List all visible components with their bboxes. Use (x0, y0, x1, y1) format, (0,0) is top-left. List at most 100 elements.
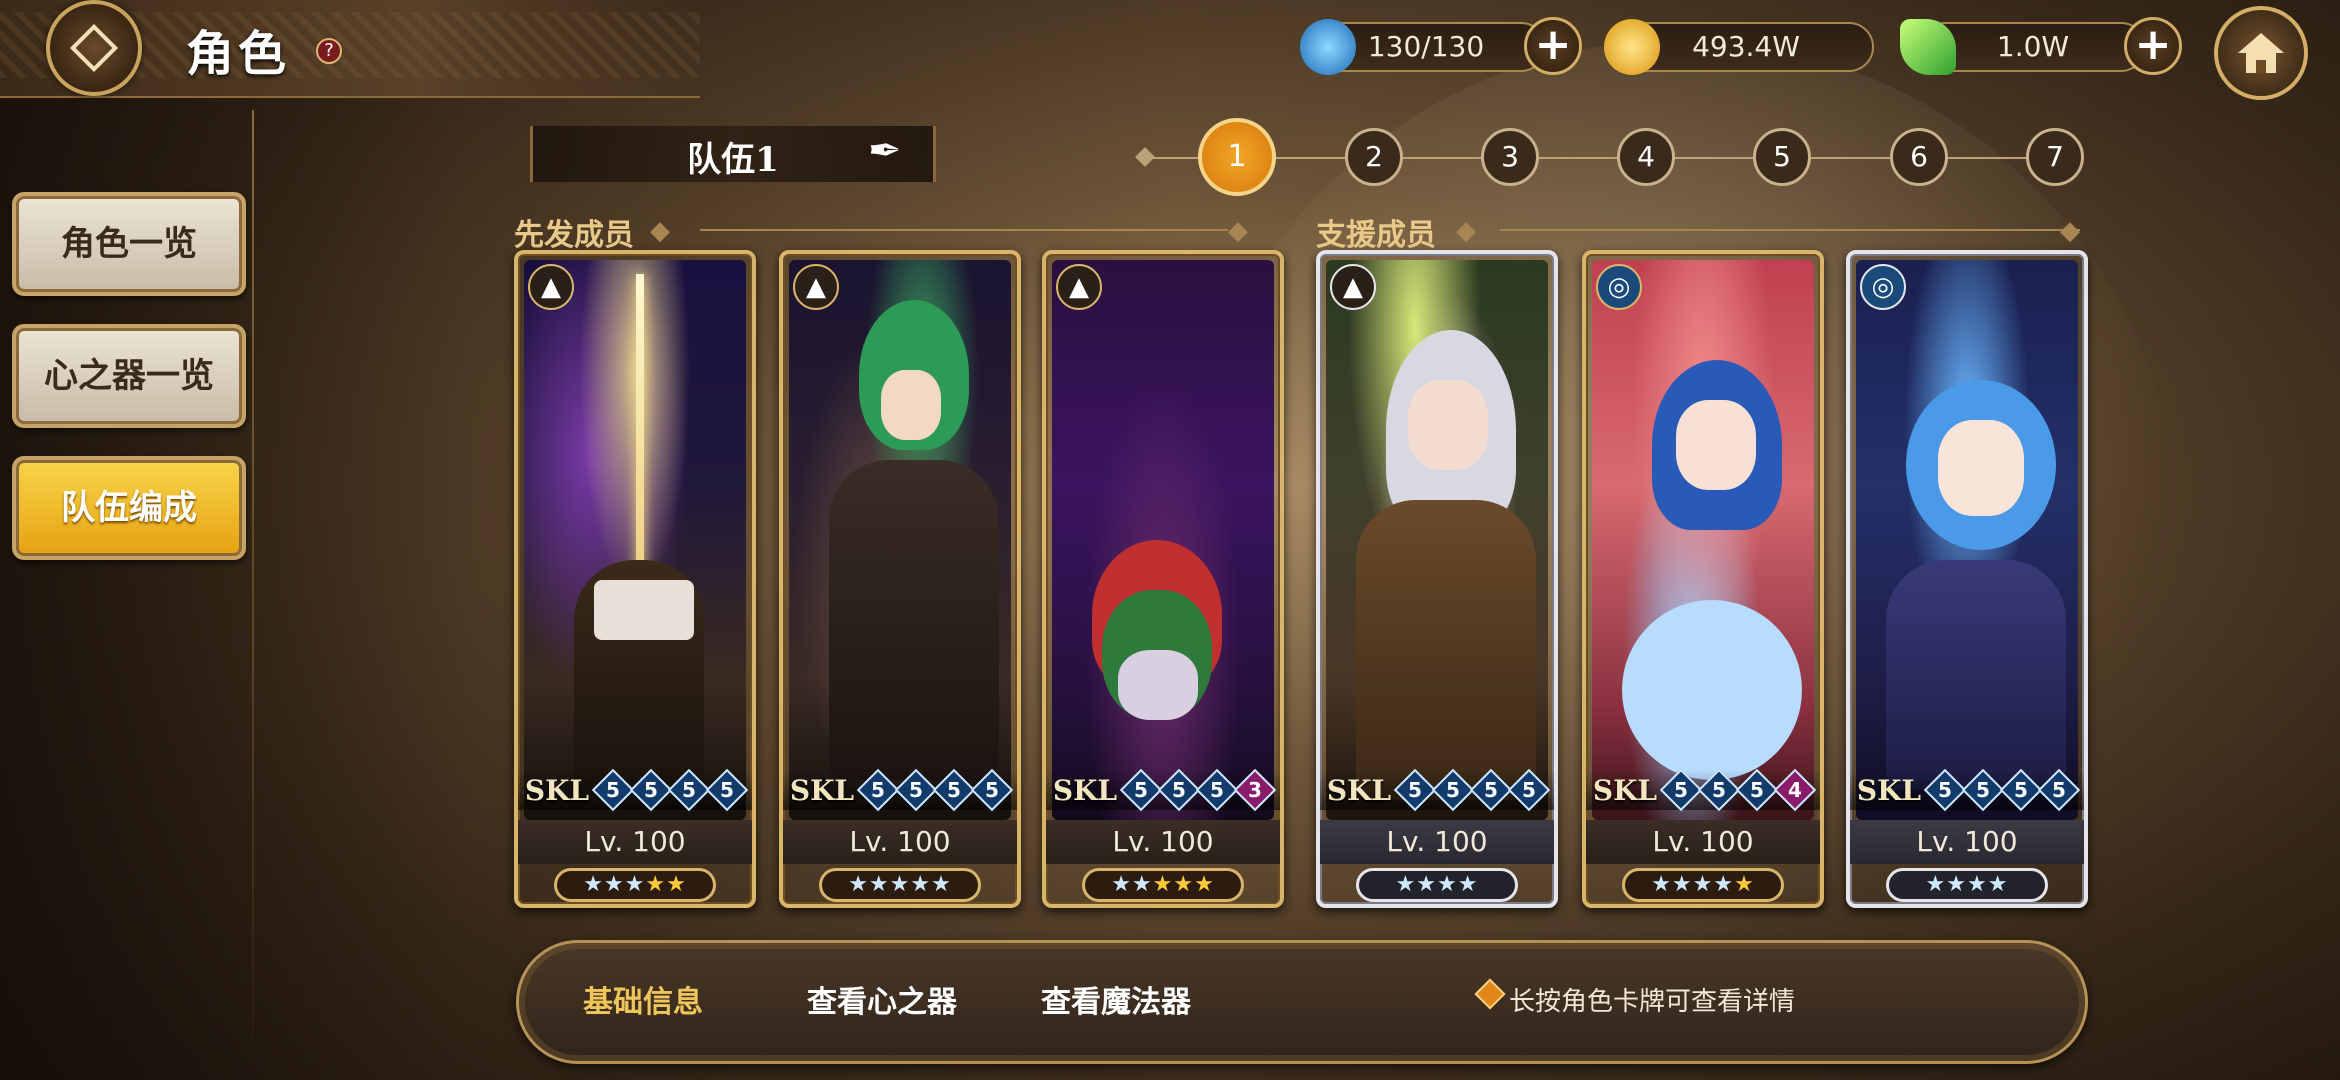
home-icon (2238, 33, 2284, 73)
skill-level: 5 (720, 777, 735, 802)
skill-level: 5 (871, 777, 886, 802)
skl-label: SKL (1592, 773, 1658, 807)
tab-view-heart-device[interactable]: 查看心之器 (807, 977, 957, 1021)
edit-quill-icon[interactable]: ✒ (868, 128, 902, 174)
character-card[interactable]: ◎ SKL 5 5 5 5 Lv. 100 ★★★★ (1846, 250, 2088, 908)
ornament-icon: ◆ (1228, 216, 1248, 246)
skill-level: 5 (1408, 777, 1423, 802)
character-art (524, 260, 746, 820)
skl-label: SKL (1856, 773, 1922, 807)
skill-level: 5 (1172, 777, 1187, 802)
sidebar-item-character-list[interactable]: 角色一览 (12, 192, 246, 296)
support-label: 支援成员 (1316, 218, 1436, 253)
help-icon[interactable]: ? (316, 38, 342, 64)
skill-levels: SKL 5 5 5 5 (1850, 768, 2084, 812)
earth-element-icon: ▲ (528, 264, 574, 310)
ornament-icon: ◆ (2060, 216, 2080, 246)
skill-level: 5 (1712, 777, 1727, 802)
earth-element-icon: ▲ (1330, 264, 1376, 310)
character-card[interactable]: ▲ SKL 5 5 5 5 Lv. 100 ★★★★ (1316, 250, 1558, 908)
rarity-stars: ★★★★ (1356, 868, 1518, 902)
character-level: Lv. 100 (1586, 820, 1820, 864)
back-icon (69, 23, 119, 73)
page-title: 角色 (186, 26, 291, 82)
earth-element-icon: ▲ (793, 264, 839, 310)
stamina-icon (1300, 19, 1356, 75)
character-card[interactable]: ▲ SKL 5 5 5 5 Lv. 100 ★★★★★ (779, 250, 1021, 908)
tab-basic-info[interactable]: 基础信息 (583, 977, 703, 1021)
skill-level: 5 (1976, 777, 1991, 802)
skill-level: 4 (1788, 777, 1803, 802)
skill-level: 5 (2052, 777, 2067, 802)
green-crystal-icon (1900, 19, 1956, 75)
character-art (1856, 260, 2078, 820)
team-tab-7[interactable]: 7 (2026, 128, 2084, 186)
starters-label: 先发成员 (514, 218, 634, 253)
hint-text: 长按角色卡牌可查看详情 (1474, 978, 1796, 1018)
character-level: Lv. 100 (1320, 820, 1554, 864)
water-element-icon: ◎ (1860, 264, 1906, 310)
skill-levels: SKL 5 5 5 4 (1586, 768, 1820, 812)
skill-level: 5 (682, 777, 697, 802)
character-card[interactable]: ▲ SKL 5 5 5 3 Lv. 100 ★★★★★ (1042, 250, 1284, 908)
stamina-value: 130/130 (1367, 30, 1485, 63)
character-level: Lv. 100 (783, 820, 1017, 864)
team-tab-4[interactable]: 4 (1617, 128, 1675, 186)
add-gem-button[interactable]: + (2124, 17, 2182, 75)
skill-level: 5 (1750, 777, 1765, 802)
team-tab-2[interactable]: 2 (1345, 128, 1403, 186)
water-element-icon: ◎ (1596, 264, 1642, 310)
character-art (789, 260, 1011, 820)
skill-level: 5 (985, 777, 1000, 802)
skl-label: SKL (1052, 773, 1118, 807)
skill-level: 5 (947, 777, 962, 802)
rarity-stars: ★★★★★ (1622, 868, 1784, 902)
add-stamina-button[interactable]: + (1524, 17, 1582, 75)
team-tab-1[interactable]: 1 (1198, 118, 1276, 196)
gem-value: 1.0W (1996, 30, 2070, 63)
skill-level: 5 (909, 777, 924, 802)
character-level: Lv. 100 (518, 820, 752, 864)
skill-level: 3 (1248, 777, 1263, 802)
ornament-icon: ◆ (650, 216, 670, 246)
skill-level: 5 (1484, 777, 1499, 802)
character-level: Lv. 100 (1046, 820, 1280, 864)
skill-levels: SKL 5 5 5 5 (783, 768, 1017, 812)
team-tab-3[interactable]: 3 (1481, 128, 1539, 186)
character-card[interactable]: ▲ SKL 5 5 5 5 Lv. 100 ★★★★★ (514, 250, 756, 908)
rarity-stars: ★★★★★ (1082, 868, 1244, 902)
sidebar-item-heart-device-list[interactable]: 心之器一览 (12, 324, 246, 428)
skill-level: 5 (1938, 777, 1953, 802)
skl-label: SKL (524, 773, 590, 807)
rarity-stars: ★★★★★ (554, 868, 716, 902)
skill-level: 5 (1134, 777, 1149, 802)
starters-divider (700, 229, 1228, 231)
skill-level: 5 (1522, 777, 1537, 802)
sidebar-item-team-formation[interactable]: 队伍编成 (12, 456, 246, 560)
skill-level: 5 (1674, 777, 1689, 802)
hint-icon (1474, 978, 1506, 1010)
support-divider (1500, 229, 2080, 231)
team-tab-5[interactable]: 5 (1753, 128, 1811, 186)
hint-label: 长按角色卡牌可查看详情 (1509, 987, 1796, 1017)
sidebar-divider (252, 110, 254, 1080)
skl-label: SKL (789, 773, 855, 807)
tab-view-magic-device[interactable]: 查看魔法器 (1041, 977, 1191, 1021)
skill-level: 5 (1210, 777, 1225, 802)
skill-levels: SKL 5 5 5 3 (1046, 768, 1280, 812)
character-art (1326, 260, 1548, 820)
skill-level: 5 (1446, 777, 1461, 802)
back-button[interactable] (46, 0, 142, 96)
ornament-icon: ◆ (1456, 216, 1476, 246)
character-art (1052, 260, 1274, 820)
character-art (1592, 260, 1814, 820)
earth-element-icon: ▲ (1056, 264, 1102, 310)
bottom-tab-bar: 基础信息 查看心之器 查看魔法器 长按角色卡牌可查看详情 (516, 940, 2088, 1064)
character-level: Lv. 100 (1850, 820, 2084, 864)
home-button[interactable] (2214, 6, 2308, 100)
skill-levels: SKL 5 5 5 5 (518, 768, 752, 812)
skill-level: 5 (644, 777, 659, 802)
character-card[interactable]: ◎ SKL 5 5 5 4 Lv. 100 ★★★★★ (1582, 250, 1824, 908)
team-tab-6[interactable]: 6 (1890, 128, 1948, 186)
skill-level: 5 (606, 777, 621, 802)
